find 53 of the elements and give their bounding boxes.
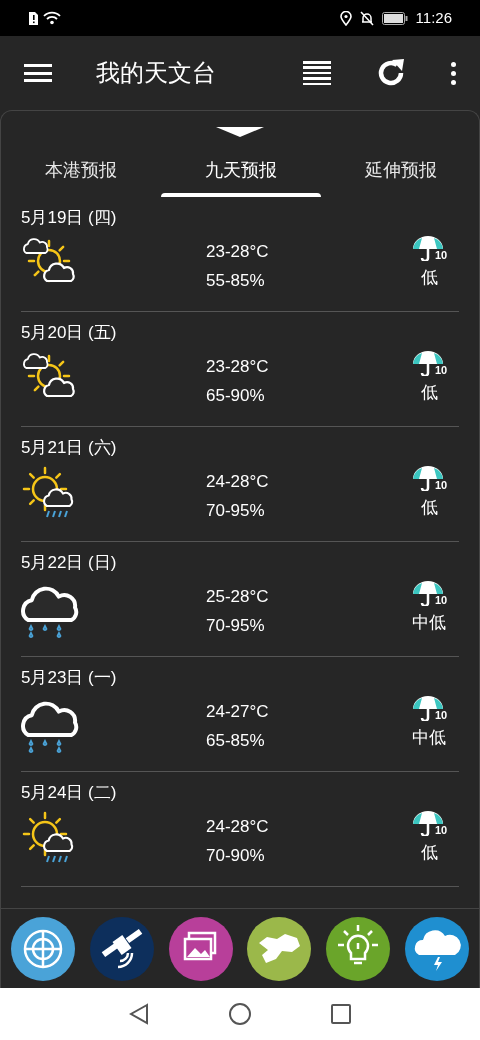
forecast-tab[interactable]: 本港预报 bbox=[1, 137, 161, 197]
home-icon[interactable] bbox=[229, 1003, 251, 1025]
sim-alert-icon bbox=[28, 10, 39, 26]
recents-icon[interactable] bbox=[331, 1004, 351, 1024]
umbrella-icon bbox=[410, 579, 445, 606]
app-title: 我的天文台 bbox=[96, 58, 217, 88]
forecast-tab[interactable]: 九天预报 bbox=[161, 137, 321, 197]
humidity-range: 70-90% bbox=[206, 845, 266, 867]
umbrella-icon bbox=[410, 234, 445, 261]
humidity-range: 55-85% bbox=[206, 270, 266, 292]
psr-label: 10 bbox=[434, 364, 448, 376]
psr-label: 10 bbox=[434, 249, 448, 261]
umbrella-icon bbox=[410, 694, 445, 721]
rain-probability: 中低 bbox=[412, 726, 446, 749]
forecast-date: 5月24日 (二) bbox=[21, 782, 118, 804]
menu-button[interactable] bbox=[24, 61, 52, 85]
rain-probability: 低 bbox=[420, 266, 438, 289]
temperature-range: 23-28°C bbox=[206, 240, 270, 263]
status-time: 11:26 bbox=[415, 7, 452, 28]
rain-probability: 低 bbox=[420, 841, 438, 864]
back-icon[interactable] bbox=[129, 1003, 149, 1025]
forecast-date: 5月19日 (四) bbox=[21, 207, 118, 229]
wifi-icon bbox=[43, 11, 61, 25]
forecast-date: 5月23日 (一) bbox=[21, 667, 118, 689]
rain-probability: 低 bbox=[420, 381, 438, 404]
temperature-range: 24-28°C bbox=[206, 815, 270, 838]
umbrella-icon bbox=[410, 349, 445, 376]
humidity-range: 70-95% bbox=[206, 615, 266, 637]
forecast-date: 5月20日 (五) bbox=[21, 322, 118, 344]
bell-off-icon bbox=[359, 10, 374, 26]
temperature-range: 24-27°C bbox=[206, 700, 270, 723]
temperature-range: 23-28°C bbox=[206, 355, 270, 378]
forecast-date: 5月21日 (六) bbox=[21, 437, 118, 459]
list-view-button[interactable] bbox=[303, 61, 331, 85]
forecast-tab[interactable]: 延伸预报 bbox=[321, 137, 479, 197]
humidity-range: 70-95% bbox=[206, 500, 266, 522]
rain-probability: 中低 bbox=[412, 611, 446, 634]
temperature-range: 24-28°C bbox=[206, 470, 270, 493]
umbrella-icon bbox=[410, 464, 445, 491]
psr-label: 10 bbox=[434, 709, 448, 721]
umbrella-icon bbox=[410, 809, 445, 836]
psr-label: 10 bbox=[434, 594, 448, 606]
rain-probability: 低 bbox=[420, 496, 438, 519]
psr-label: 10 bbox=[434, 824, 448, 836]
humidity-range: 65-90% bbox=[206, 385, 266, 407]
psr-label: 10 bbox=[434, 479, 448, 491]
humidity-range: 65-85% bbox=[206, 730, 266, 752]
location-icon bbox=[339, 10, 352, 26]
temperature-range: 25-28°C bbox=[206, 585, 270, 608]
forecast-date: 5月22日 (日) bbox=[21, 552, 118, 574]
battery-icon bbox=[381, 11, 408, 25]
more-options-button[interactable] bbox=[451, 61, 456, 85]
collapse-handle-icon[interactable] bbox=[216, 127, 264, 137]
